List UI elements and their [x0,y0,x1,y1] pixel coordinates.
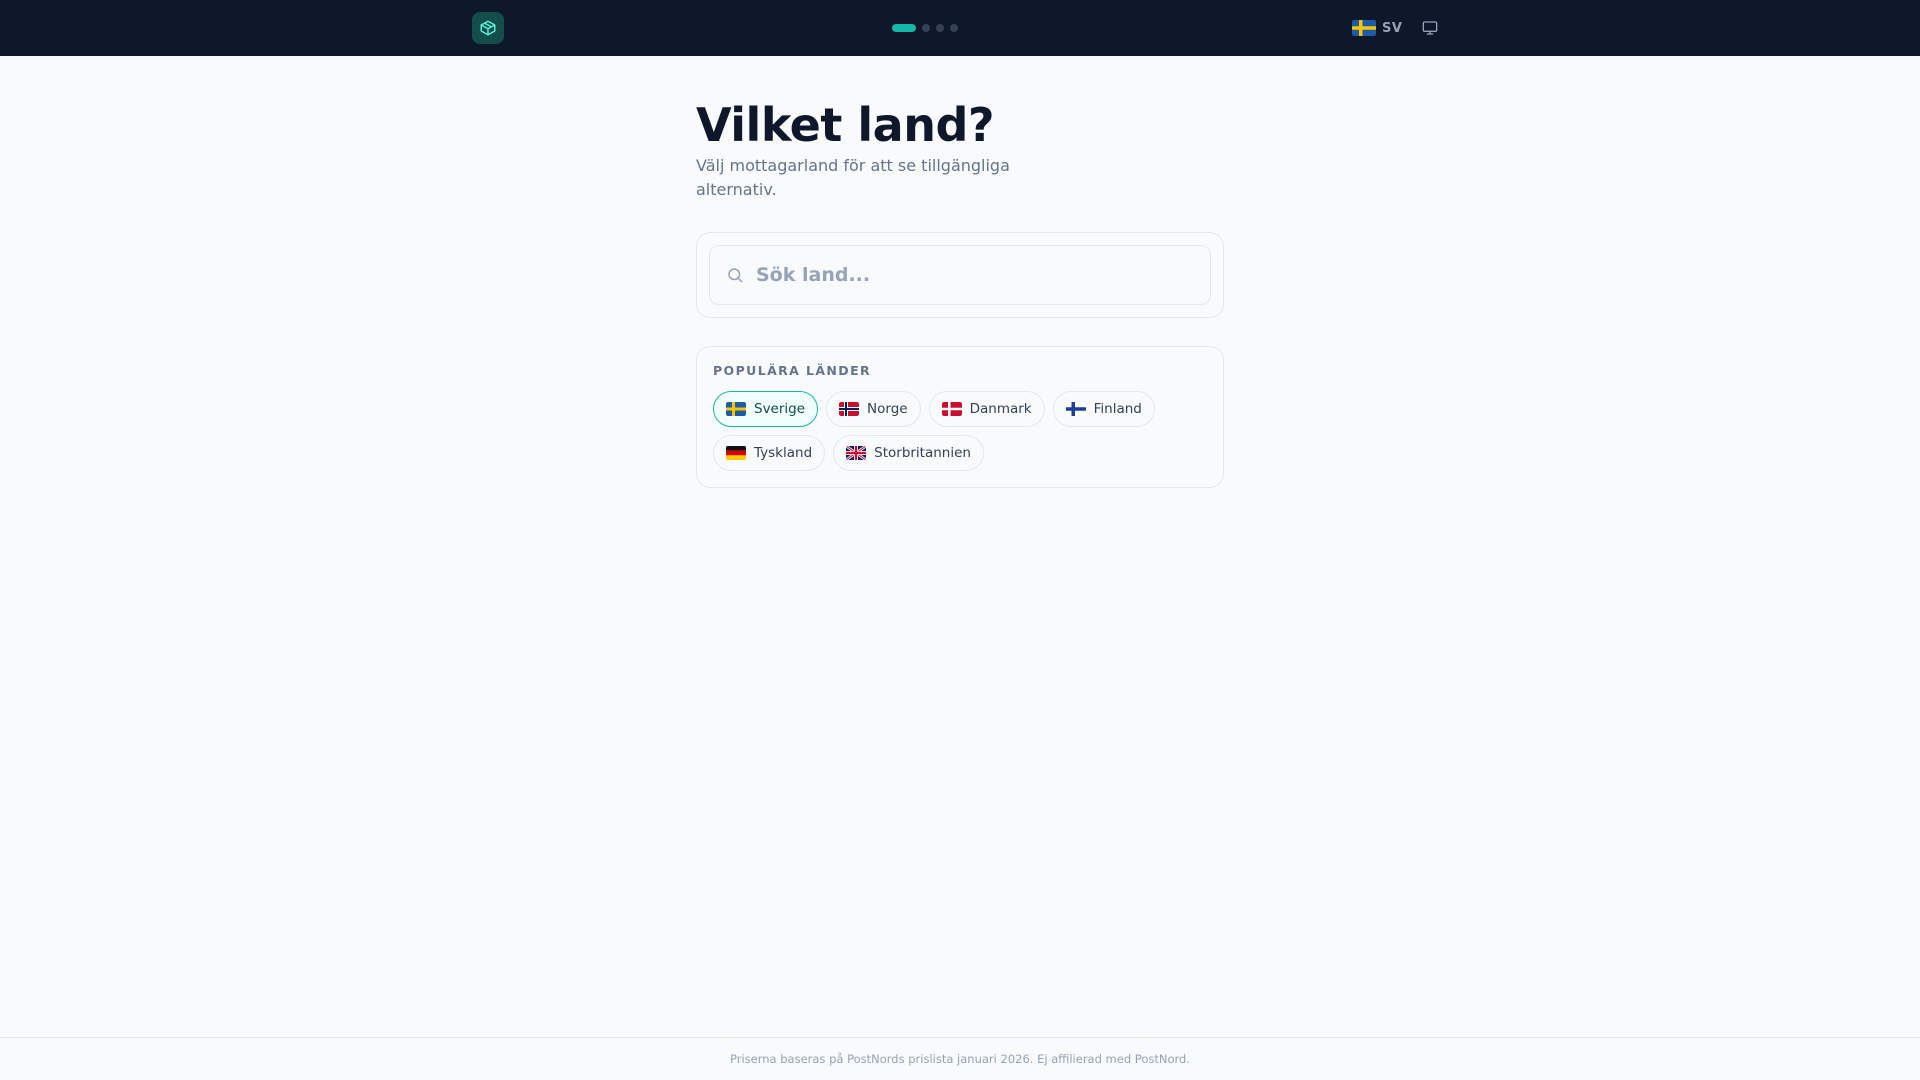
country-chip-label: Sverige [754,401,806,417]
country-chip-finland[interactable]: Finland [1052,391,1155,427]
main-content: Vilket land? Välj mottagarland för att s… [696,98,1224,488]
package-icon [480,20,496,36]
logo-button[interactable] [472,12,504,44]
footer: Priserna baseras på PostNords prislista … [0,1037,1920,1080]
flag-se-icon [1352,20,1376,36]
country-chip-norge[interactable]: Norge [826,391,921,427]
page-title: Vilket land? [696,98,995,152]
country-chip-sverige[interactable]: Sverige [713,391,819,427]
search-card [696,232,1224,318]
country-chip-danmark[interactable]: Danmark [928,391,1045,427]
popular-countries-heading: POPULÄRA LÄNDER [713,363,872,378]
search-box[interactable] [709,245,1211,305]
popular-countries-card: POPULÄRA LÄNDER Sverige Norge Danmark Fi… [696,346,1224,488]
search-icon [728,268,743,283]
monitor-icon [1422,21,1438,35]
country-chip-list: Sverige Norge Danmark Finland Tyskland S… [713,391,1207,471]
country-chip-storbritannien[interactable]: Storbritannien [833,435,984,471]
step-indicator-2 [922,24,930,32]
country-chip-tyskland[interactable]: Tyskland [713,435,826,471]
top-bar: SV [0,0,1920,56]
language-button[interactable]: SV [1352,16,1402,40]
flag-dk-icon [941,402,962,416]
country-chip-label: Storbritannien [874,445,971,461]
page-subtitle: Välj mottagarland för att se tillgänglig… [696,156,1010,199]
country-chip-label: Danmark [969,401,1032,417]
country-chip-label: Finland [1093,401,1142,417]
country-chip-label: Tyskland [754,445,813,461]
flag-gb-icon [846,446,867,460]
step-indicator-3 [936,24,944,32]
country-search-input[interactable] [756,264,1194,286]
language-code: SV [1382,20,1403,36]
step-indicator-1 [892,24,916,32]
footer-disclaimer: Priserna baseras på PostNords prislista … [730,1052,1190,1066]
country-chip-label: Norge [867,401,908,417]
step-progress [892,24,958,32]
flag-fi-icon [1065,402,1086,416]
flag-de-icon [726,446,746,460]
step-indicator-4 [950,24,958,32]
flag-se-icon [726,402,746,416]
flag-no-icon [839,402,860,416]
display-toggle-button[interactable] [1418,16,1442,40]
